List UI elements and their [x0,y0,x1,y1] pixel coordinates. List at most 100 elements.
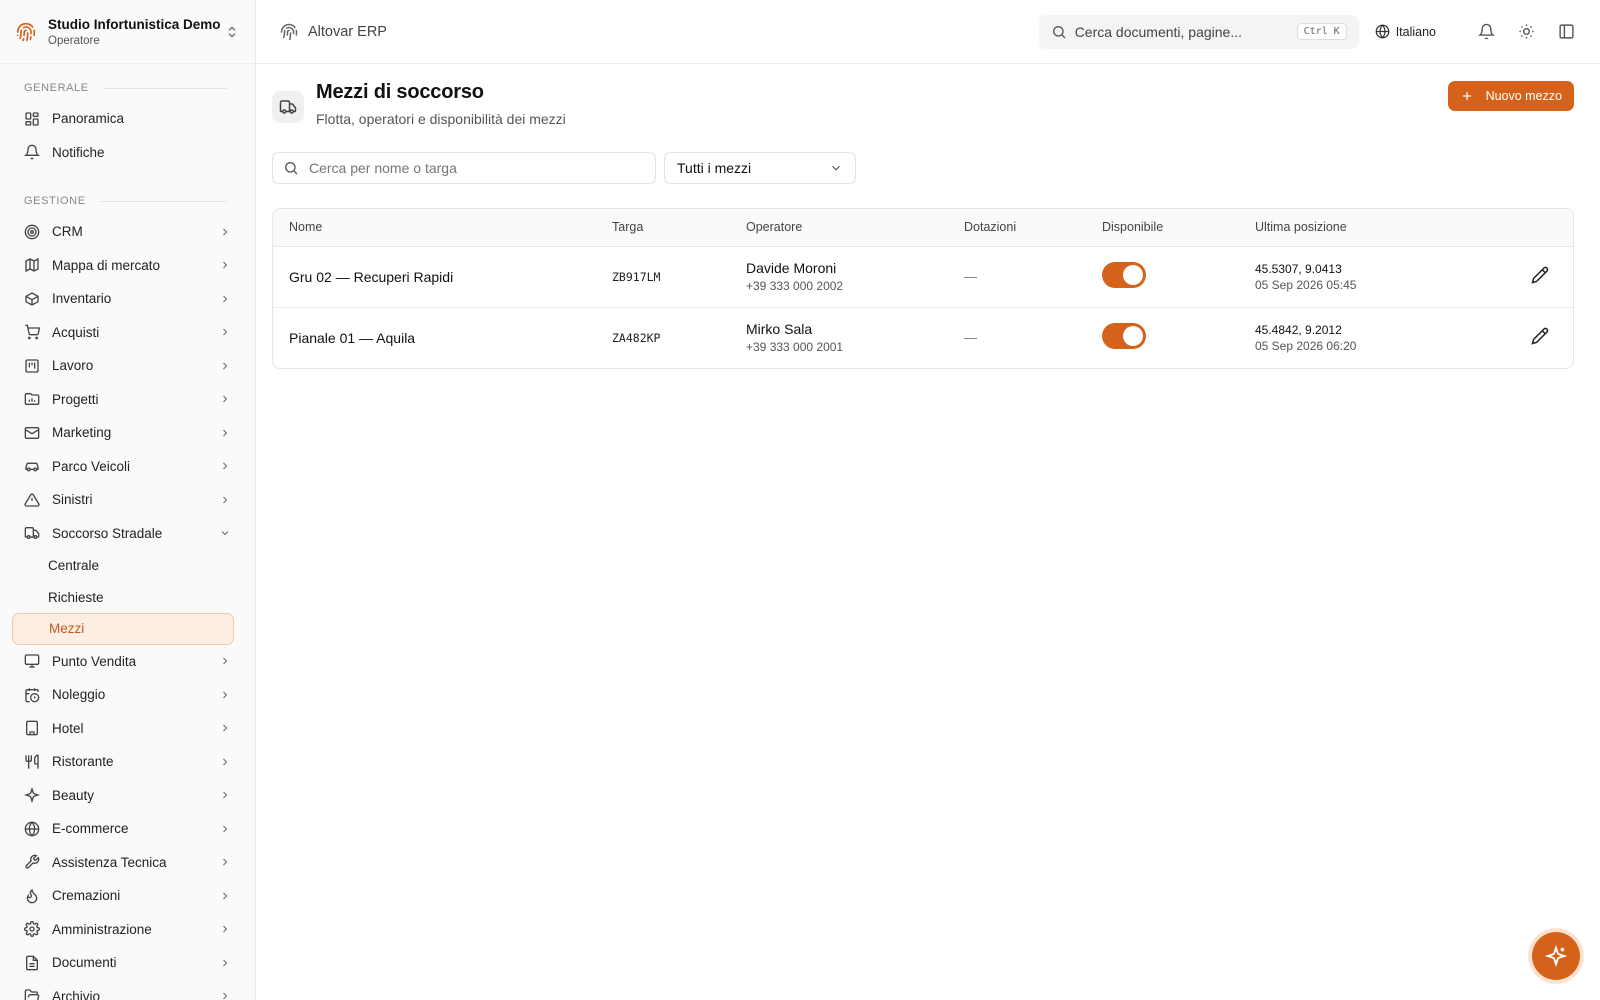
sidebar-item-assistenza-tecnica[interactable]: Assistenza Tecnica [0,846,255,880]
sidebar-item-amministrazione[interactable]: Amministrazione [0,913,255,947]
sidebar-item-notifiche[interactable]: Notifiche [0,136,255,170]
sidebar-item-documenti[interactable]: Documenti [0,946,255,980]
table-row[interactable]: Pianale 01 — Aquila ZA482KP Mirko Sala +… [273,307,1573,368]
sidebar-item-acquisti[interactable]: Acquisti [0,316,255,350]
sidebar-item-label: Ristorante [52,754,114,770]
chevron-right-icon [223,496,228,504]
sidebar-item-inventario[interactable]: Inventario [0,282,255,316]
position-coordinates: 45.4842, 9.2012 [1255,322,1342,337]
chevron-right-icon [223,791,228,799]
chevron-right-icon [223,691,228,699]
sidebar-item-label: Acquisti [52,324,100,340]
chevron-right-icon [223,825,228,833]
new-vehicle-button[interactable]: Nuovo mezzo [1447,81,1574,111]
chevron-right-icon [223,295,228,303]
equipment-value: — [964,330,977,346]
sidebar-item-label: Amministrazione [52,921,152,937]
availability-toggle[interactable] [1102,323,1146,350]
org-switcher[interactable]: Studio Infortunistica Demo Operatore [0,0,255,64]
pencil-icon[interactable] [1531,327,1549,345]
availability-toggle[interactable] [1102,262,1146,288]
column-header-actions [1459,209,1573,247]
pencil-icon[interactable] [1531,266,1549,284]
sidebar-item-beauty[interactable]: Beauty [0,779,255,813]
column-header[interactable]: Dotazioni [948,209,1086,247]
column-header[interactable]: Ultima posizione [1239,209,1459,247]
operator-name: Davide Moroni [746,260,837,276]
chevron-right-icon [223,758,228,766]
table-row[interactable]: Gru 02 — Recuperi Rapidi ZB917LM Davide … [273,246,1573,308]
search-icon [285,162,298,175]
sidebar-item-label: Inventario [52,291,112,307]
sidebar-item-ristorante[interactable]: Ristorante [0,745,255,779]
map-icon [25,258,39,273]
sidebar-item-hotel[interactable]: Hotel [0,712,255,746]
calendar-clock-icon [25,688,40,703]
sidebar-item-archivio[interactable]: Archivio [0,980,255,1000]
fingerprint-icon [280,23,298,40]
column-header[interactable]: Targa [596,209,730,247]
sidebar-item-sinistri[interactable]: Sinistri [0,483,255,517]
org-role: Operatore [48,34,100,47]
chevron-right-icon [223,724,228,732]
language-selector[interactable]: Italiano [1375,24,1436,39]
theme-toggle-button[interactable] [1516,22,1536,42]
cart-icon [25,324,40,340]
sidebar-item-e-commerce[interactable]: E-commerce [0,812,255,846]
sidebar-item-punto-vendita[interactable]: Punto Vendita [0,645,255,679]
sparkles-icon [24,787,40,804]
top-header: Altovar ERP Cerca documenti, pagine... C… [256,0,1600,64]
sidebar-item-soccorso-stradale[interactable]: Soccorso Stradale [0,517,255,551]
vehicle-search-placeholder: Cerca per nome o targa [309,160,457,176]
sidebar-item-crm[interactable]: CRM [0,215,255,249]
operator-cell: Mirko Sala +39 333 000 2001 [730,307,948,368]
building-icon [26,720,38,736]
table-header-row: Nome Targa Operatore Dotazioni Disponibi… [273,209,1573,247]
column-header[interactable]: Nome [273,209,596,247]
toggle-knob [1123,265,1143,285]
sidebar-subitem-mezzi[interactable]: Mezzi [12,613,234,645]
sidebar-item-label: Documenti [52,955,117,971]
sidebar-item-label: Hotel [52,720,84,736]
vehicle-name: Gru 02 — Recuperi Rapidi [273,246,596,308]
sidebar-item-progetti[interactable]: Progetti [0,383,255,417]
sidebar: Studio Infortunistica Demo Operatore GEN… [0,0,256,1000]
globe-icon [24,821,40,837]
sidebar-item-parco-veicoli[interactable]: Parco Veicoli [0,450,255,484]
chevron-right-icon [223,362,228,370]
sidebar-item-mappa-di-mercato[interactable]: Mappa di mercato [0,249,255,283]
globe-icon [1375,24,1390,39]
vehicle-search-input[interactable]: Cerca per nome o targa [272,152,656,184]
sidebar-item-marketing[interactable]: Marketing [0,416,255,450]
position-cell: 45.4842, 9.2012 05 Sep 2026 06:20 [1239,307,1459,368]
chevron-down-icon [221,531,229,536]
mail-icon [24,426,40,439]
sidebar-subitem-richieste[interactable]: Richieste [0,582,255,614]
sidebar-item-cremazioni[interactable]: Cremazioni [0,879,255,913]
section-title-general: GENERALE [0,78,255,98]
column-header[interactable]: Operatore [730,209,948,247]
vehicles-table: Nome Targa Operatore Dotazioni Disponibi… [272,208,1574,369]
search-shortcut: Ctrl K [1296,23,1347,40]
vehicle-name: Pianale 01 — Aquila [289,329,416,346]
sidebar-item-lavoro[interactable]: Lavoro [0,349,255,383]
sidebar-item-panoramica[interactable]: Panoramica [0,102,255,136]
position-timestamp: 05 Sep 2026 05:45 [1255,277,1357,292]
folder-open-icon [24,989,40,1000]
vehicle-filter-select[interactable]: Tutti i mezzi [664,152,856,184]
chevrons-up-down-icon [228,26,236,37]
ai-assistant-button[interactable] [1532,932,1580,980]
notifications-button[interactable] [1476,22,1496,42]
chevron-right-icon [223,395,228,403]
bell-icon [24,144,40,160]
global-search-input[interactable]: Cerca documenti, pagine... Ctrl K [1038,14,1359,49]
sidebar-item-noleggio[interactable]: Noleggio [0,678,255,712]
sidebar-item-label: E-commerce [52,821,129,837]
toggle-panel-button[interactable] [1556,22,1576,42]
global-search-placeholder: Cerca documenti, pagine... [1074,23,1243,40]
column-header[interactable]: Disponibile [1086,209,1239,247]
vehicle-filter-value: Tutti i mezzi [677,160,752,176]
sidebar-subitem-centrale[interactable]: Centrale [0,550,255,582]
truck-icon [272,91,304,123]
sidebar-item-label: Noleggio [52,687,106,703]
